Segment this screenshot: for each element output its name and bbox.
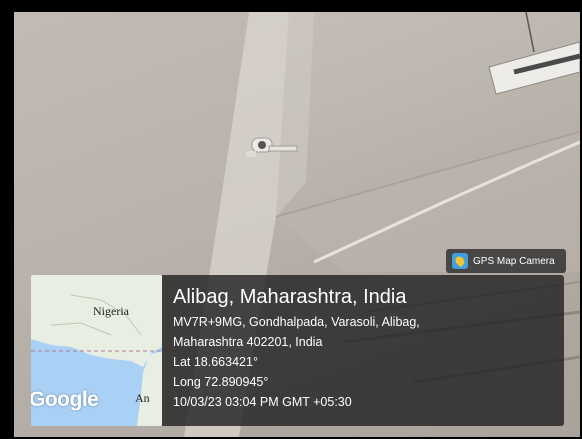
gps-map-camera-badge: GPS Map Camera [446, 249, 566, 273]
screen-frame: GPS Map Camera Nigeria An Google Alibag,… [0, 0, 582, 439]
gps-map-camera-icon [452, 253, 468, 269]
badge-label: GPS Map Camera [473, 255, 555, 267]
address-line-1: MV7R+9MG, Gondhalpada, Varasoli, Alibag, [173, 315, 420, 329]
location-title: Alibag, Maharashtra, India [173, 286, 407, 308]
timestamp: 10/03/23 03:04 PM GMT +05:30 [173, 395, 352, 409]
location-info: Alibag, Maharashtra, India MV7R+9MG, Gon… [162, 275, 564, 426]
address-line-2: Maharashtra 402201, India [173, 335, 323, 349]
map-label-nigeria: Nigeria [93, 304, 129, 318]
location-overlay: Nigeria An Google Alibag, Maharashtra, I… [31, 275, 564, 426]
ceiling-light-fixture [488, 12, 580, 95]
map-label-an: An [135, 391, 150, 405]
mini-map: Nigeria An Google [31, 275, 162, 426]
latitude: Lat 18.663421° [173, 355, 258, 369]
google-logo: Google [31, 388, 99, 411]
longitude: Long 72.890945° [173, 375, 269, 389]
